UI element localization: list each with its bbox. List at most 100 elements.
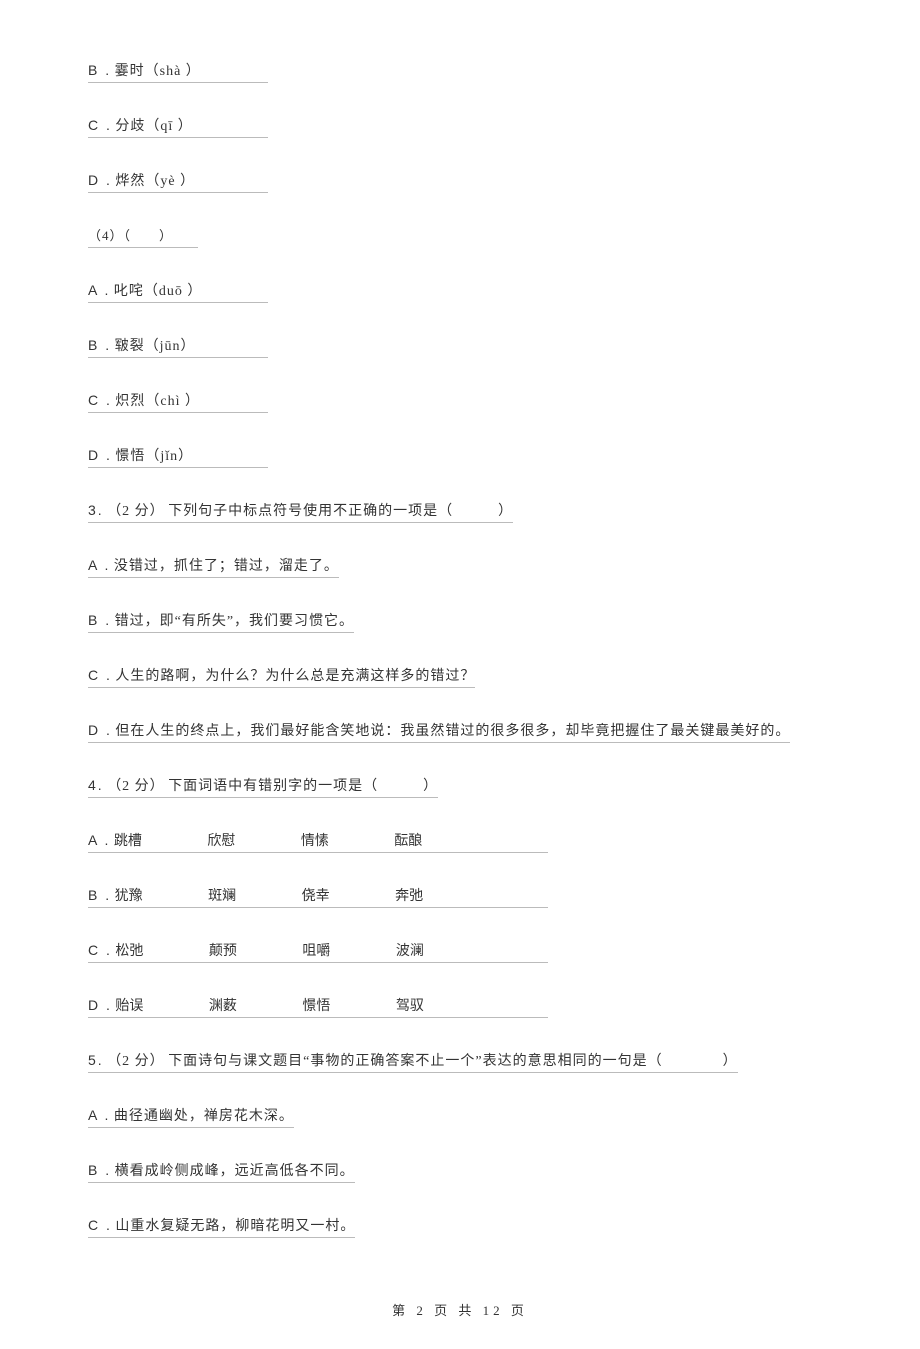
option-label: D . <box>88 172 112 188</box>
option-row: B . 犹豫 斑斓 侥幸 奔弛 <box>88 885 832 940</box>
word: 颠预 <box>209 940 299 960</box>
sub-q-text: （4）（ ） <box>88 228 173 243</box>
word: 贻误 <box>115 995 205 1015</box>
word: 憬悟 <box>302 995 392 1015</box>
option-text: 但在人生的终点上，我们最好能含笑地说：我虽然错过的很多很多，却毕竟把握住了最关键… <box>115 724 790 739</box>
question-score: （2 分） <box>107 504 165 519</box>
question-5-row: 5. （2 分） 下面诗句与课文题目“事物的正确答案不止一个”表达的意思相同的一… <box>88 1050 832 1105</box>
option-row: B . 皲裂（jūn） <box>88 335 832 390</box>
word: 斑斓 <box>208 885 298 905</box>
option-label: D . <box>88 447 112 463</box>
q4-option-c: C . 松弛 颠预 咀嚼 波澜 <box>88 940 548 963</box>
option-label: B . <box>88 62 111 78</box>
question-score: （2 分） <box>107 1054 165 1069</box>
question-3-stem: 3. （2 分） 下列句子中标点符号使用不正确的一项是（ ） <box>88 500 513 523</box>
word: 欣慰 <box>207 830 297 850</box>
option-text: 炽烈（chì ） <box>115 394 200 409</box>
option-row: C . 山重水复疑无路，柳暗花明又一村。 <box>88 1215 832 1270</box>
question-number: 5. <box>88 1052 104 1068</box>
word: 酝酿 <box>394 830 484 850</box>
question-4-stem: 4. （2 分） 下面词语中有错别字的一项是（ ） <box>88 775 438 798</box>
q5-option-b: B . 横看成岭侧成峰，远近高低各不同。 <box>88 1160 355 1183</box>
option-row: B . 错过，即“有所失”，我们要习惯它。 <box>88 610 832 665</box>
option-text: 叱咤（duō ） <box>114 284 203 299</box>
option-label: C . <box>88 942 112 958</box>
question-text: 下面诗句与课文题目“事物的正确答案不止一个”表达的意思相同的一句是（ ） <box>168 1054 737 1069</box>
option-text: 山重水复疑无路，柳暗花明又一村。 <box>115 1219 355 1234</box>
word: 驾驭 <box>396 995 486 1015</box>
word: 犹豫 <box>115 885 205 905</box>
option-text: 错过，即“有所失”，我们要习惯它。 <box>115 614 354 629</box>
sub-question-row: （4）（ ） <box>88 225 832 280</box>
q3-option-c: C . 人生的路啊，为什么？为什么总是充满这样多的错过？ <box>88 665 475 688</box>
question-4-row: 4. （2 分） 下面词语中有错别字的一项是（ ） <box>88 775 832 830</box>
q3-option-a: A . 没错过，抓住了；错过，溜走了。 <box>88 555 339 578</box>
option-text: 曲径通幽处，禅房花木深。 <box>114 1109 294 1124</box>
option-row: B . 横看成岭侧成峰，远近高低各不同。 <box>88 1160 832 1215</box>
option-label: A . <box>88 1107 110 1123</box>
option-row: C . 松弛 颠预 咀嚼 波澜 <box>88 940 832 995</box>
option-label: D . <box>88 997 112 1013</box>
word: 奔弛 <box>395 885 485 905</box>
option-text: 人生的路啊，为什么？为什么总是充满这样多的错过？ <box>115 669 475 684</box>
option-label: C . <box>88 667 112 683</box>
option-row: C . 炽烈（chì ） <box>88 390 832 445</box>
option-label: C . <box>88 392 112 408</box>
option-row: D . 贻误 渊薮 憬悟 驾驭 <box>88 995 832 1050</box>
option-row: C . 人生的路啊，为什么？为什么总是充满这样多的错过？ <box>88 665 832 720</box>
option-text: 没错过，抓住了；错过，溜走了。 <box>114 559 339 574</box>
option-row: D . 但在人生的终点上，我们最好能含笑地说：我虽然错过的很多很多，却毕竟把握住… <box>88 720 832 775</box>
q5-option-c: C . 山重水复疑无路，柳暗花明又一村。 <box>88 1215 355 1238</box>
q3-option-d: D . 但在人生的终点上，我们最好能含笑地说：我虽然错过的很多很多，却毕竟把握住… <box>88 720 790 743</box>
option-text: 霎时（shà ） <box>115 64 201 79</box>
option-b: B . 霎时（shà ） <box>88 60 268 83</box>
option-label: A . <box>88 832 110 848</box>
word: 侥幸 <box>302 885 392 905</box>
option-text: 分歧（qī ） <box>115 119 192 134</box>
option-b: B . 皲裂（jūn） <box>88 335 268 358</box>
word: 松弛 <box>115 940 205 960</box>
q4-option-a: A . 跳槽 欣慰 情愫 酝酿 <box>88 830 548 853</box>
question-3-row: 3. （2 分） 下列句子中标点符号使用不正确的一项是（ ） <box>88 500 832 555</box>
option-label: B . <box>88 887 111 903</box>
option-a: A . 叱咤（duō ） <box>88 280 268 303</box>
question-5-stem: 5. （2 分） 下面诗句与课文题目“事物的正确答案不止一个”表达的意思相同的一… <box>88 1050 738 1073</box>
question-score: （2 分） <box>107 779 165 794</box>
word: 波澜 <box>396 940 486 960</box>
word: 跳槽 <box>114 830 204 850</box>
option-row: A . 叱咤（duō ） <box>88 280 832 335</box>
option-label: A . <box>88 282 110 298</box>
q4-option-d: D . 贻误 渊薮 憬悟 驾驭 <box>88 995 548 1018</box>
question-text: 下面词语中有错别字的一项是（ ） <box>168 779 438 794</box>
word: 咀嚼 <box>302 940 392 960</box>
word: 情愫 <box>301 830 391 850</box>
option-row: C . 分歧（qī ） <box>88 115 832 170</box>
word: 渊薮 <box>209 995 299 1015</box>
option-text: 皲裂（jūn） <box>115 339 196 354</box>
option-text: 横看成岭侧成峰，远近高低各不同。 <box>115 1164 355 1179</box>
option-row: B . 霎时（shà ） <box>88 60 832 115</box>
option-row: D . 烨然（yè ） <box>88 170 832 225</box>
q4-option-b: B . 犹豫 斑斓 侥幸 奔弛 <box>88 885 548 908</box>
question-text: 下列句子中标点符号使用不正确的一项是（ ） <box>168 504 513 519</box>
option-label: A . <box>88 557 110 573</box>
option-row: A . 曲径通幽处，禅房花木深。 <box>88 1105 832 1160</box>
option-d: D . 憬悟（jǐn） <box>88 445 268 468</box>
option-row: D . 憬悟（jǐn） <box>88 445 832 500</box>
option-d: D . 烨然（yè ） <box>88 170 268 193</box>
q3-option-b: B . 错过，即“有所失”，我们要习惯它。 <box>88 610 354 633</box>
option-label: B . <box>88 612 111 628</box>
option-label: C . <box>88 117 112 133</box>
option-row: A . 没错过，抓住了；错过，溜走了。 <box>88 555 832 610</box>
q5-option-a: A . 曲径通幽处，禅房花木深。 <box>88 1105 294 1128</box>
option-c: C . 炽烈（chì ） <box>88 390 268 413</box>
option-text: 憬悟（jǐn） <box>115 449 193 464</box>
option-label: D . <box>88 722 112 738</box>
question-number: 4. <box>88 777 104 793</box>
option-label: B . <box>88 1162 111 1178</box>
option-label: B . <box>88 337 111 353</box>
option-text: 烨然（yè ） <box>115 174 195 189</box>
option-label: C . <box>88 1217 112 1233</box>
option-c: C . 分歧（qī ） <box>88 115 268 138</box>
option-row: A . 跳槽 欣慰 情愫 酝酿 <box>88 830 832 885</box>
